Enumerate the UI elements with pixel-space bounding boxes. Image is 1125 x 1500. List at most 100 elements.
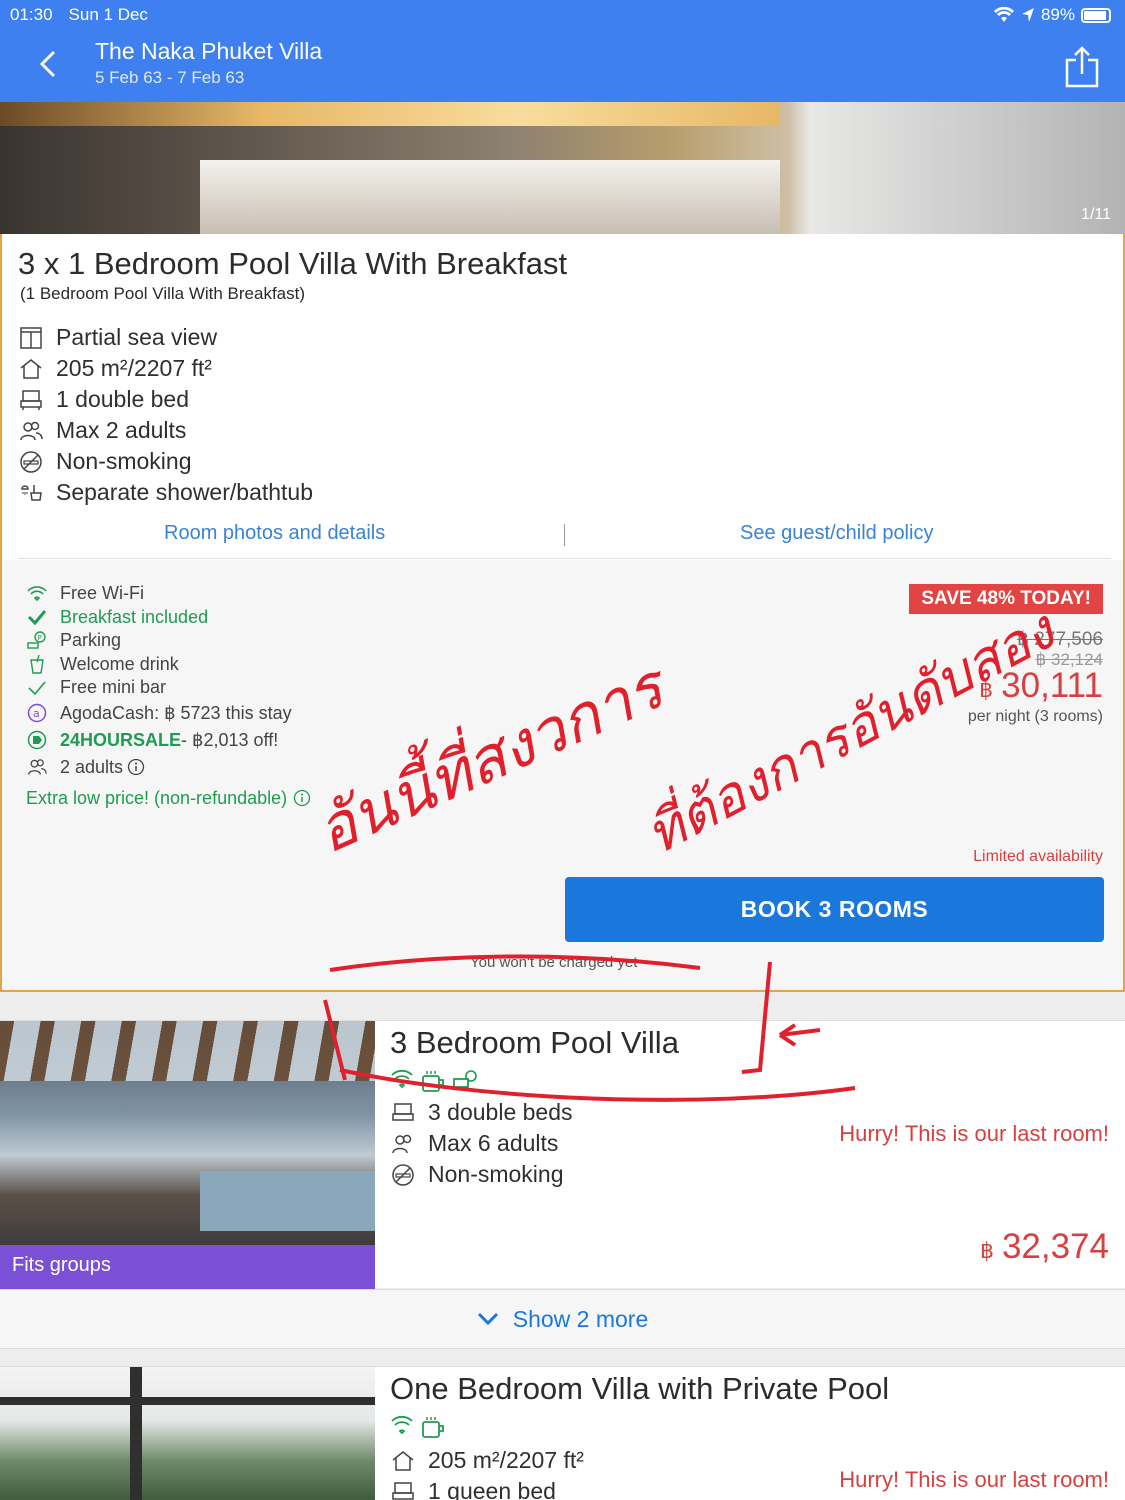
not-charged-note: You won't be charged yet (470, 954, 638, 971)
house-size-icon (18, 357, 44, 381)
amenity-label: Parking (60, 630, 122, 651)
amenity-parking: P Parking (26, 629, 311, 653)
battery-percent: 89% (1040, 5, 1075, 24)
book-rooms-button[interactable]: BOOK 3 ROOMS (565, 877, 1104, 942)
offer-panel: Free Wi-Fi Breakfast included P Parking … (4, 560, 1123, 990)
room-title: 3 Bedroom Pool Villa (390, 1025, 679, 1060)
location-arrow-icon (1021, 8, 1034, 22)
photo-pool (200, 1171, 375, 1231)
feature-bed: 3 double beds (390, 1097, 573, 1128)
people-icon (26, 757, 48, 777)
extra-label: Extra low price! (non-refundable) (26, 787, 288, 808)
amenity-welcome-drink: Welcome drink (26, 653, 311, 677)
hotel-title: The Naka Phuket Villa (95, 38, 323, 64)
no-smoking-icon (18, 450, 44, 474)
extra-low-price: Extra low price! (non-refundable) (26, 787, 311, 811)
app-header: 01:30 Sun 1 Dec 89% The Naka Phuket Vill… (0, 0, 1125, 102)
availability-label: Limited availability (973, 848, 1103, 865)
page: 01:30 Sun 1 Dec 89% The Naka Phuket Vill… (0, 0, 1125, 1500)
room-photos-link[interactable]: Room photos and details (164, 522, 385, 545)
coffee-icon (422, 1417, 444, 1438)
price-value: 30,111 (1001, 666, 1103, 705)
coffee-icon (422, 1071, 444, 1092)
drink-icon (26, 654, 48, 674)
photo-counter: 1/11 (1081, 206, 1111, 223)
room-card-featured: 3 x 1 Bedroom Pool Villa With Breakfast … (0, 234, 1125, 992)
svg-text:P: P (38, 634, 42, 642)
room-features: Partial sea view 205 m²/2207 ft² 1 doubl… (18, 322, 313, 508)
photo-frame (130, 1367, 142, 1500)
promo-text: - ฿2,013 off! (181, 729, 279, 750)
parking-icon (453, 1070, 477, 1088)
checkmark-icon (26, 607, 48, 627)
info-icon[interactable] (127, 758, 145, 776)
room-amenity-icons (390, 1069, 478, 1093)
info-icon[interactable] (293, 789, 311, 807)
room-links: Room photos and details See guest/child … (2, 522, 1125, 558)
promo-code: 24HOURSALE (60, 729, 182, 750)
parking-icon: P (26, 631, 48, 651)
hero-light-strip (0, 102, 780, 126)
feature-label: 205 m²/2207 ft² (428, 1447, 584, 1473)
amenity-label: 2 adults (60, 756, 124, 777)
people-icon (18, 419, 44, 443)
stay-dates: 5 Feb 63 - 7 Feb 63 (95, 68, 245, 87)
room-subtitle: (1 Bedroom Pool Villa With Breakfast) (20, 284, 306, 303)
status-bar: 01:30 Sun 1 Dec 89% (10, 5, 1111, 25)
feature-label: Separate shower/bathtub (56, 479, 314, 505)
show-more-button[interactable]: Show 2 more (0, 1289, 1125, 1349)
guest-policy-link[interactable]: See guest/child policy (740, 522, 933, 545)
show-more-label: Show 2 more (512, 1305, 649, 1332)
feature-occupancy: Max 6 adults (390, 1128, 573, 1159)
room-features: 205 m²/2207 ft² 1 queen bed (390, 1445, 584, 1500)
feature-occupancy: Max 2 adults (18, 415, 313, 446)
feature-smoking: Non-smoking (390, 1159, 573, 1190)
room-photo[interactable]: Fits groups (0, 1021, 375, 1289)
bed-icon (18, 388, 44, 412)
share-icon[interactable] (1064, 44, 1100, 90)
original-price: ฿ 277,506 (1016, 629, 1103, 650)
amenity-label: Free mini bar (60, 677, 167, 698)
amenity-wifi: Free Wi-Fi (26, 582, 311, 606)
feature-label: 1 queen bed (428, 1478, 556, 1500)
room-title: 3 x 1 Bedroom Pool Villa With Breakfast (18, 246, 568, 281)
room-photo[interactable] (0, 1367, 375, 1500)
checkmark-thin-icon (26, 678, 48, 698)
status-time: 01:30 (10, 5, 53, 24)
feature-bath: Separate shower/bathtub (18, 477, 313, 508)
people-icon (390, 1132, 416, 1156)
house-size-icon (390, 1449, 416, 1473)
room-amenity-icons (390, 1415, 446, 1439)
photo-frame (0, 1397, 375, 1405)
feature-label: Non-smoking (428, 1161, 564, 1187)
feature-label: Max 2 adults (56, 417, 187, 443)
feature-bed: 1 double bed (18, 384, 313, 415)
room-card[interactable]: Fits groups 3 Bedroom Pool Villa 3 doubl… (0, 1020, 1125, 1289)
currency-symbol: ฿ (979, 677, 994, 702)
agodacash-icon: a (26, 703, 48, 723)
wifi-status-icon (993, 7, 1014, 22)
amenity-agodacash: a AgodaCash: ฿ 5723 this stay (26, 700, 311, 727)
feature-label: 205 m²/2207 ft² (56, 355, 212, 381)
amenity-label: AgodaCash: ฿ 5723 this stay (60, 702, 292, 723)
back-arrow-icon[interactable] (34, 44, 60, 84)
feature-smoking: Non-smoking (18, 446, 313, 477)
amenity-label: Welcome drink (60, 653, 179, 674)
feature-label: 1 double bed (56, 386, 190, 412)
room-card[interactable]: One Bedroom Villa with Private Pool 205 … (0, 1366, 1125, 1500)
amenity-breakfast: Breakfast included (26, 606, 311, 630)
feature-label: 3 double beds (428, 1099, 573, 1125)
amenity-promo: 24HOURSALE - ฿2,013 off! (26, 727, 311, 754)
wifi-icon (26, 584, 48, 604)
status-right: 89% (993, 5, 1111, 25)
wifi-icon (391, 1415, 413, 1435)
current-price: ฿ 30,111 (979, 666, 1103, 706)
last-room-warning: Hurry! This is our last room! (839, 1467, 1109, 1492)
feature-label: Non-smoking (56, 448, 192, 474)
amenity-minibar: Free mini bar (26, 676, 311, 700)
amenity-label: Free Wi-Fi (60, 583, 144, 604)
room-photo-gallery[interactable]: 1/11 (0, 102, 1125, 234)
amenity-list: Free Wi-Fi Breakfast included P Parking … (26, 582, 311, 810)
no-smoking-icon (390, 1163, 416, 1187)
promo-tag-icon (26, 730, 48, 750)
